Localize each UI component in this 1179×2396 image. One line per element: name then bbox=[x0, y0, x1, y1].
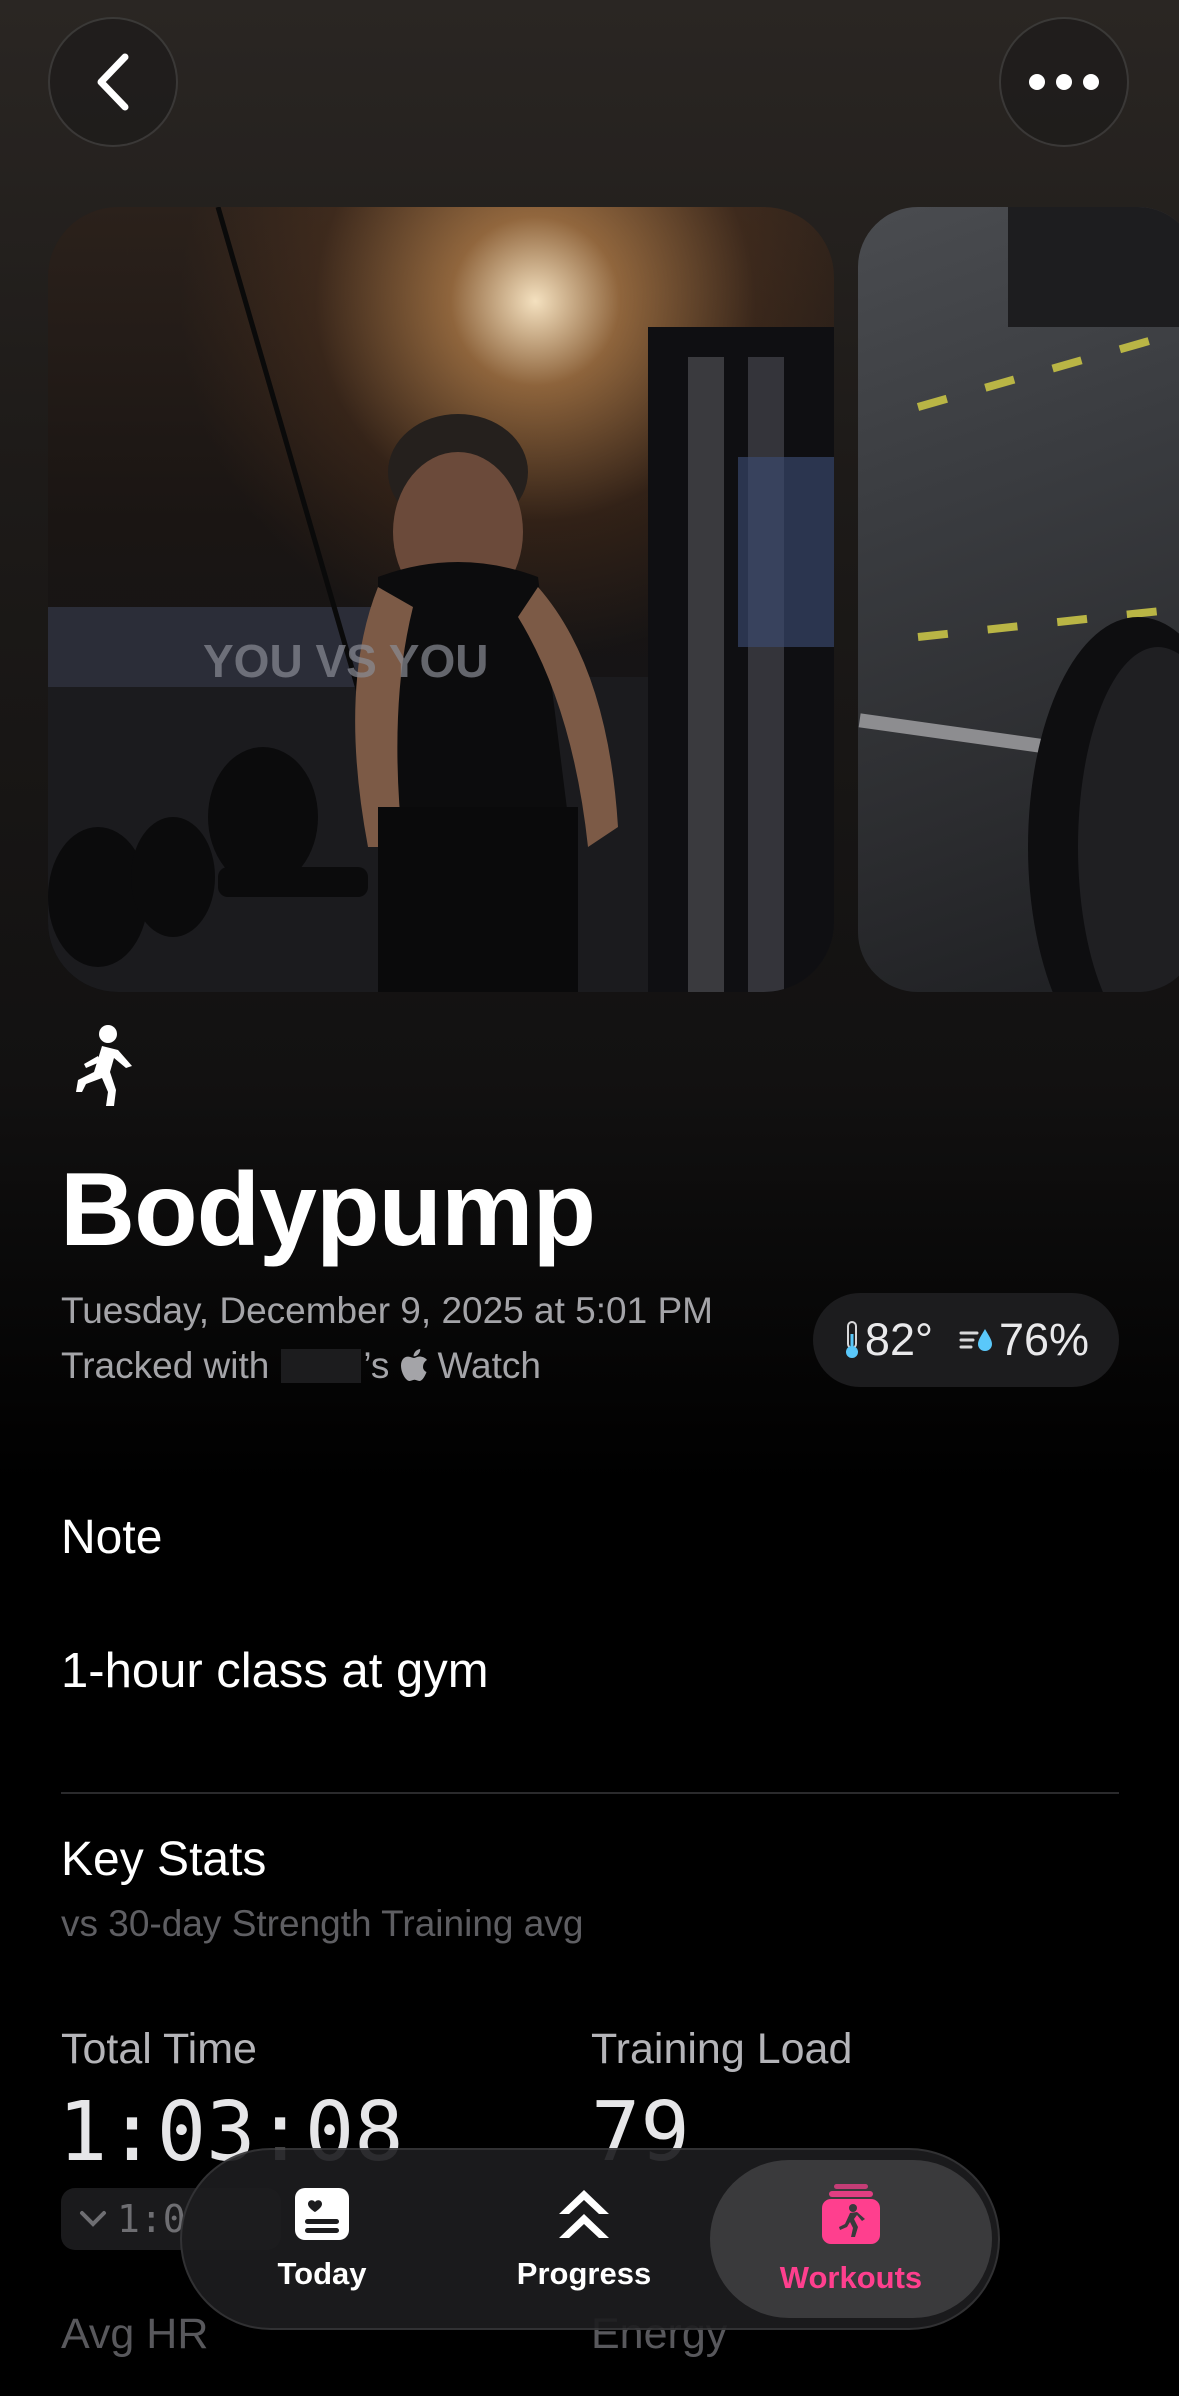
chevrons-up-icon bbox=[559, 2190, 609, 2238]
humidity-icon bbox=[959, 1329, 992, 1351]
apple-logo-icon bbox=[401, 1349, 428, 1381]
tab-progress-label: Progress bbox=[516, 2256, 652, 2291]
weather-pill: 82° 76% bbox=[813, 1293, 1119, 1387]
today-card-icon bbox=[295, 2188, 349, 2240]
more-options-button[interactable] bbox=[999, 17, 1129, 147]
humidity-item: 76% bbox=[959, 1314, 1089, 1366]
gym-photo-illustration: YOU VS YOU bbox=[48, 207, 834, 992]
note-text[interactable]: 1-hour class at gym bbox=[61, 1643, 489, 1699]
ellipsis-icon bbox=[1029, 74, 1099, 90]
key-stats-heading: Key Stats bbox=[61, 1833, 267, 1886]
workout-photo[interactable]: YOU VS YOU bbox=[48, 207, 834, 992]
divider bbox=[61, 1792, 1119, 1794]
barbell-photo-illustration bbox=[858, 207, 1179, 992]
tab-workouts[interactable]: Workouts bbox=[710, 2160, 992, 2318]
key-stats-subtitle: vs 30-day Strength Training avg bbox=[61, 1903, 584, 1944]
training-load-label: Training Load bbox=[591, 2025, 853, 2073]
tab-workouts-label: Workouts bbox=[779, 2260, 923, 2295]
note-heading: Note bbox=[61, 1511, 163, 1564]
tab-today[interactable]: Today bbox=[182, 2160, 462, 2318]
tracked-prefix: Tracked with bbox=[61, 1345, 270, 1386]
total-time-delta-value: 1:0 bbox=[117, 2197, 186, 2241]
redacted-name bbox=[281, 1349, 362, 1383]
temperature-value: 82° bbox=[864, 1314, 933, 1365]
tracked-with-line: Tracked with ’s Watch bbox=[61, 1345, 541, 1387]
chevron-down-icon bbox=[80, 2211, 106, 2227]
workout-detail-screen: YOU VS YOU Bodypump Tuesday, December 9,… bbox=[0, 0, 1179, 2396]
thermometer-icon bbox=[845, 1321, 858, 1358]
workouts-stack-icon bbox=[822, 2184, 880, 2244]
tab-bar: Today Progress Workouts bbox=[180, 2148, 1000, 2330]
device-name: Watch bbox=[437, 1345, 541, 1386]
tab-today-label: Today bbox=[277, 2256, 367, 2291]
workout-photo-secondary[interactable] bbox=[858, 207, 1179, 992]
back-button[interactable] bbox=[48, 17, 178, 147]
chevron-left-icon bbox=[97, 53, 129, 111]
tab-progress[interactable]: Progress bbox=[444, 2160, 724, 2318]
workout-date: Tuesday, December 9, 2025 at 5:01 PM bbox=[61, 1290, 713, 1331]
humidity-value: 76% bbox=[998, 1314, 1090, 1365]
total-time-label: Total Time bbox=[61, 2025, 257, 2073]
tracked-suffix: ’s bbox=[363, 1345, 390, 1386]
strength-lunge-icon bbox=[76, 1025, 132, 1106]
temperature-item: 82° bbox=[843, 1314, 933, 1366]
svg-text:YOU VS YOU: YOU VS YOU bbox=[203, 635, 488, 687]
workout-title: Bodypump bbox=[60, 1152, 596, 1268]
